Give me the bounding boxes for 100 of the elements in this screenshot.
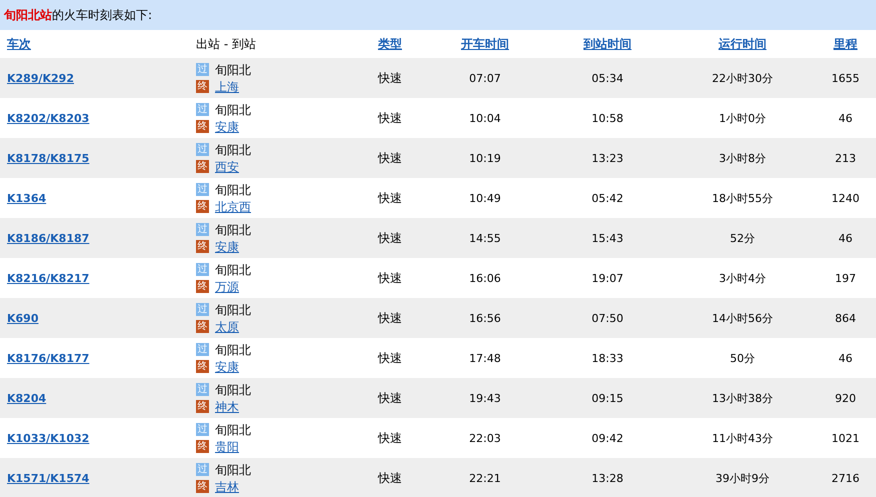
- arrival-station-link[interactable]: 神木: [215, 398, 239, 416]
- train-number-link[interactable]: K8202/K8203: [7, 112, 90, 125]
- arrival-time: 18:33: [592, 352, 624, 365]
- train-number-link[interactable]: K8216/K8217: [7, 272, 90, 285]
- train-number-link[interactable]: K690: [7, 312, 38, 325]
- terminal-badge: 终: [196, 160, 209, 173]
- departure-station: 旬阳北: [215, 302, 251, 318]
- arrival-station-link[interactable]: 吉林: [215, 478, 239, 496]
- travel-duration: 14小时56分: [712, 312, 773, 325]
- pass-badge: 过: [196, 223, 209, 236]
- column-header: 出站 - 到站: [196, 37, 256, 51]
- pass-badge: 过: [196, 343, 209, 356]
- train-type: 快速: [378, 391, 402, 405]
- train-number-link[interactable]: K8176/K8177: [7, 352, 90, 365]
- train-number-link[interactable]: K1364: [7, 192, 46, 205]
- arrival-station-link[interactable]: 安康: [215, 358, 239, 376]
- departure-time: 16:06: [469, 272, 501, 285]
- arrival-station-link[interactable]: 北京西: [215, 198, 251, 216]
- arrival-station-link[interactable]: 安康: [215, 118, 239, 136]
- departure-station: 旬阳北: [215, 342, 251, 358]
- departure-station: 旬阳北: [215, 222, 251, 238]
- departure-station: 旬阳北: [215, 462, 251, 478]
- terminal-badge: 终: [196, 280, 209, 293]
- column-header-link[interactable]: 类型: [378, 37, 402, 51]
- arrival-station-link[interactable]: 上海: [215, 78, 239, 96]
- train-number-link[interactable]: K8178/K8175: [7, 152, 90, 165]
- departure-station: 旬阳北: [215, 422, 251, 438]
- departure-station: 旬阳北: [215, 62, 251, 78]
- column-header-link[interactable]: 运行时间: [718, 37, 766, 51]
- arrival-station-link[interactable]: 西安: [215, 158, 239, 176]
- travel-duration: 3小时8分: [719, 152, 766, 165]
- departure-station: 旬阳北: [215, 182, 251, 198]
- pass-badge: 过: [196, 423, 209, 436]
- arrival-time: 10:58: [592, 112, 624, 125]
- terminal-badge: 终: [196, 240, 209, 253]
- departure-time: 22:21: [469, 472, 501, 485]
- pass-badge: 过: [196, 463, 209, 476]
- departure-station: 旬阳北: [215, 262, 251, 278]
- travel-duration: 1小时0分: [719, 112, 766, 125]
- departure-station: 旬阳北: [215, 142, 251, 158]
- arrival-station-link[interactable]: 安康: [215, 238, 239, 256]
- train-number-link[interactable]: K289/K292: [7, 72, 74, 85]
- terminal-badge: 终: [196, 320, 209, 333]
- distance: 1021: [832, 432, 860, 445]
- terminal-badge: 终: [196, 200, 209, 213]
- terminal-badge: 终: [196, 360, 209, 373]
- travel-duration: 3小时4分: [719, 272, 766, 285]
- arrival-time: 13:28: [592, 472, 624, 485]
- terminal-badge: 终: [196, 480, 209, 493]
- column-header-link[interactable]: 车次: [7, 37, 31, 51]
- train-type: 快速: [378, 471, 402, 485]
- travel-duration: 39小时9分: [716, 472, 770, 485]
- train-number-link[interactable]: K8204: [7, 392, 46, 405]
- pass-badge: 过: [196, 263, 209, 276]
- arrival-time: 19:07: [592, 272, 624, 285]
- pass-badge: 过: [196, 383, 209, 396]
- arrival-station-link[interactable]: 贵阳: [215, 438, 239, 456]
- distance: 1240: [832, 192, 860, 205]
- distance: 2716: [832, 472, 860, 485]
- travel-duration: 52分: [730, 232, 755, 245]
- distance: 920: [835, 392, 856, 405]
- train-type: 快速: [378, 311, 402, 325]
- column-header-link[interactable]: 里程: [834, 37, 858, 51]
- terminal-badge: 终: [196, 400, 209, 413]
- arrival-time: 05:34: [592, 72, 624, 85]
- arrival-time: 09:42: [592, 432, 624, 445]
- train-type: 快速: [378, 431, 402, 445]
- departure-time: 19:43: [469, 392, 501, 405]
- terminal-badge: 终: [196, 120, 209, 133]
- train-number-link[interactable]: K8186/K8187: [7, 232, 90, 245]
- departure-time: 17:48: [469, 352, 501, 365]
- departure-time: 14:55: [469, 232, 501, 245]
- pass-badge: 过: [196, 63, 209, 76]
- train-type: 快速: [378, 71, 402, 85]
- train-type: 快速: [378, 231, 402, 245]
- column-header-link[interactable]: 开车时间: [461, 37, 509, 51]
- departure-time: 10:19: [469, 152, 501, 165]
- terminal-badge: 终: [196, 80, 209, 93]
- distance: 46: [838, 112, 852, 125]
- arrival-station-link[interactable]: 太原: [215, 318, 239, 336]
- departure-station: 旬阳北: [215, 102, 251, 118]
- pass-badge: 过: [196, 183, 209, 196]
- column-header-link[interactable]: 到站时间: [584, 37, 632, 51]
- travel-duration: 11小时43分: [712, 432, 773, 445]
- travel-duration: 18小时55分: [712, 192, 773, 205]
- train-number-link[interactable]: K1033/K1032: [7, 432, 90, 445]
- train-type: 快速: [378, 111, 402, 125]
- train-number-link[interactable]: K1571/K1574: [7, 472, 90, 485]
- distance: 197: [835, 272, 856, 285]
- departure-time: 10:04: [469, 112, 501, 125]
- page-title: 旬阳北站的火车时刻表如下:: [4, 7, 152, 24]
- arrival-time: 05:42: [592, 192, 624, 205]
- arrival-station-link[interactable]: 万源: [215, 278, 239, 296]
- pass-badge: 过: [196, 303, 209, 316]
- distance: 213: [835, 152, 856, 165]
- departure-time: 10:49: [469, 192, 501, 205]
- pass-badge: 过: [196, 143, 209, 156]
- arrival-time: 13:23: [592, 152, 624, 165]
- arrival-time: 07:50: [592, 312, 624, 325]
- train-type: 快速: [378, 271, 402, 285]
